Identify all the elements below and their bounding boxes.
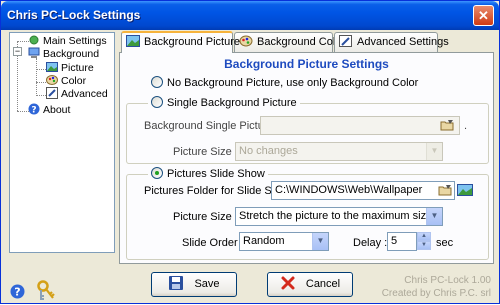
settings-window: Chris PC-Lock Settings ✕ Main Settings −… xyxy=(0,0,500,304)
computer-user-icon xyxy=(28,47,40,59)
radio-indicator[interactable] xyxy=(151,96,163,108)
single-size-label: Picture Size : xyxy=(173,146,238,158)
delay-unit: sec xyxy=(436,237,454,249)
browse-file-icon[interactable] xyxy=(439,117,455,133)
help-icon[interactable]: ? xyxy=(10,284,25,302)
spin-up-icon[interactable]: ▲ xyxy=(417,232,431,241)
picture-icon xyxy=(126,35,140,47)
radio-no-background[interactable]: No Background Picture, use only Backgrou… xyxy=(148,76,422,90)
single-picture-field[interactable] xyxy=(260,116,460,135)
panel-title: Background Picture Settings xyxy=(224,57,389,71)
tree-item-advanced[interactable]: Advanced xyxy=(46,87,108,101)
tree-node-icon xyxy=(28,34,40,46)
floppy-disk-icon xyxy=(168,275,184,291)
single-size-select[interactable]: No changes ▼ xyxy=(235,142,443,161)
tree-item-label: Main Settings xyxy=(43,35,107,47)
radio-indicator[interactable] xyxy=(151,167,163,179)
slide-size-label: Picture Size : xyxy=(173,211,238,223)
tree-item-background[interactable]: Background xyxy=(28,47,99,61)
tree-item-color[interactable]: Color xyxy=(46,74,86,88)
delay-spinner[interactable]: ▲ ▼ xyxy=(417,232,431,251)
tree-item-label: Color xyxy=(61,75,87,87)
edit-pencil-icon xyxy=(339,35,353,47)
chevron-down-icon[interactable]: ▼ xyxy=(426,143,442,160)
tab-label: Advanced Settings xyxy=(357,36,449,48)
single-picture-trailing: . xyxy=(464,120,468,132)
svg-text:?: ? xyxy=(14,286,20,299)
version-text: Chris PC-Lock 1.00 xyxy=(404,275,491,286)
radio-single-picture[interactable]: Single Background Picture xyxy=(148,96,300,110)
delay-input[interactable]: 5 xyxy=(387,232,417,251)
collapse-expander[interactable]: − xyxy=(13,47,22,56)
tab-advanced-settings[interactable]: Advanced Settings xyxy=(334,32,449,52)
edit-pencil-icon xyxy=(46,87,58,99)
save-button[interactable]: Save xyxy=(151,272,237,297)
palette-icon xyxy=(239,35,253,47)
spin-down-icon[interactable]: ▼ xyxy=(417,241,431,250)
tree-item-picture[interactable]: Picture xyxy=(46,61,94,75)
browse-folder-icon[interactable] xyxy=(437,182,453,198)
delay-label: Delay : xyxy=(353,237,388,249)
keys-icon[interactable] xyxy=(36,280,56,305)
window-title: Chris PC-Lock Settings xyxy=(7,8,141,22)
radio-label: Pictures Slide Show xyxy=(167,168,265,180)
tree-item-label: About xyxy=(43,104,71,116)
title-bar[interactable]: Chris PC-Lock Settings ✕ xyxy=(1,1,499,30)
tab-background-color[interactable]: Background Color xyxy=(234,32,345,52)
radio-indicator[interactable] xyxy=(151,76,163,88)
tab-label: Background Color xyxy=(257,36,346,48)
chevron-down-icon[interactable]: ▼ xyxy=(312,233,328,250)
preview-picture-icon[interactable] xyxy=(457,182,473,198)
background-picture-panel: Background Picture Settings No Backgroun… xyxy=(119,52,494,264)
select-value: Random xyxy=(243,235,285,247)
tree-item-label: Picture xyxy=(61,62,94,74)
chevron-down-icon[interactable]: ▼ xyxy=(426,208,442,225)
folder-path-field[interactable]: C:\WINDOWS\Web\Wallpaper xyxy=(271,181,455,200)
select-value: No changes xyxy=(239,145,298,157)
close-button[interactable]: ✕ xyxy=(473,5,494,26)
close-x-icon xyxy=(280,275,296,291)
button-label: Save xyxy=(194,278,220,290)
radio-slideshow[interactable]: Pictures Slide Show xyxy=(148,167,268,181)
radio-label: No Background Picture, use only Backgrou… xyxy=(167,77,419,89)
tree-item-about[interactable]: ? About xyxy=(28,103,70,117)
help-icon: ? xyxy=(28,103,40,116)
slide-order-select[interactable]: Random ▼ xyxy=(239,232,329,251)
tree-item-main-settings[interactable]: Main Settings xyxy=(28,34,107,48)
picture-icon xyxy=(46,61,58,73)
tab-background-picture[interactable]: Background Picture xyxy=(121,31,240,53)
slide-size-select[interactable]: Stretch the picture to the maximum size … xyxy=(235,207,443,226)
tree-item-label: Advanced xyxy=(61,88,108,100)
tree-item-label: Background xyxy=(43,48,100,60)
cancel-button[interactable]: Cancel xyxy=(267,272,353,297)
button-label: Cancel xyxy=(305,278,341,290)
svg-text:?: ? xyxy=(31,106,36,116)
settings-tree[interactable]: Main Settings − Background Picture Color… xyxy=(9,32,115,253)
palette-icon xyxy=(46,74,58,86)
select-value: Stretch the picture to the maximum size xyxy=(239,210,433,222)
radio-label: Single Background Picture xyxy=(167,97,297,109)
credit-text: Created by Chris P.C. srl xyxy=(381,288,491,299)
slide-order-label: Slide Order : xyxy=(182,237,244,249)
tab-label: Background Picture xyxy=(144,36,240,48)
